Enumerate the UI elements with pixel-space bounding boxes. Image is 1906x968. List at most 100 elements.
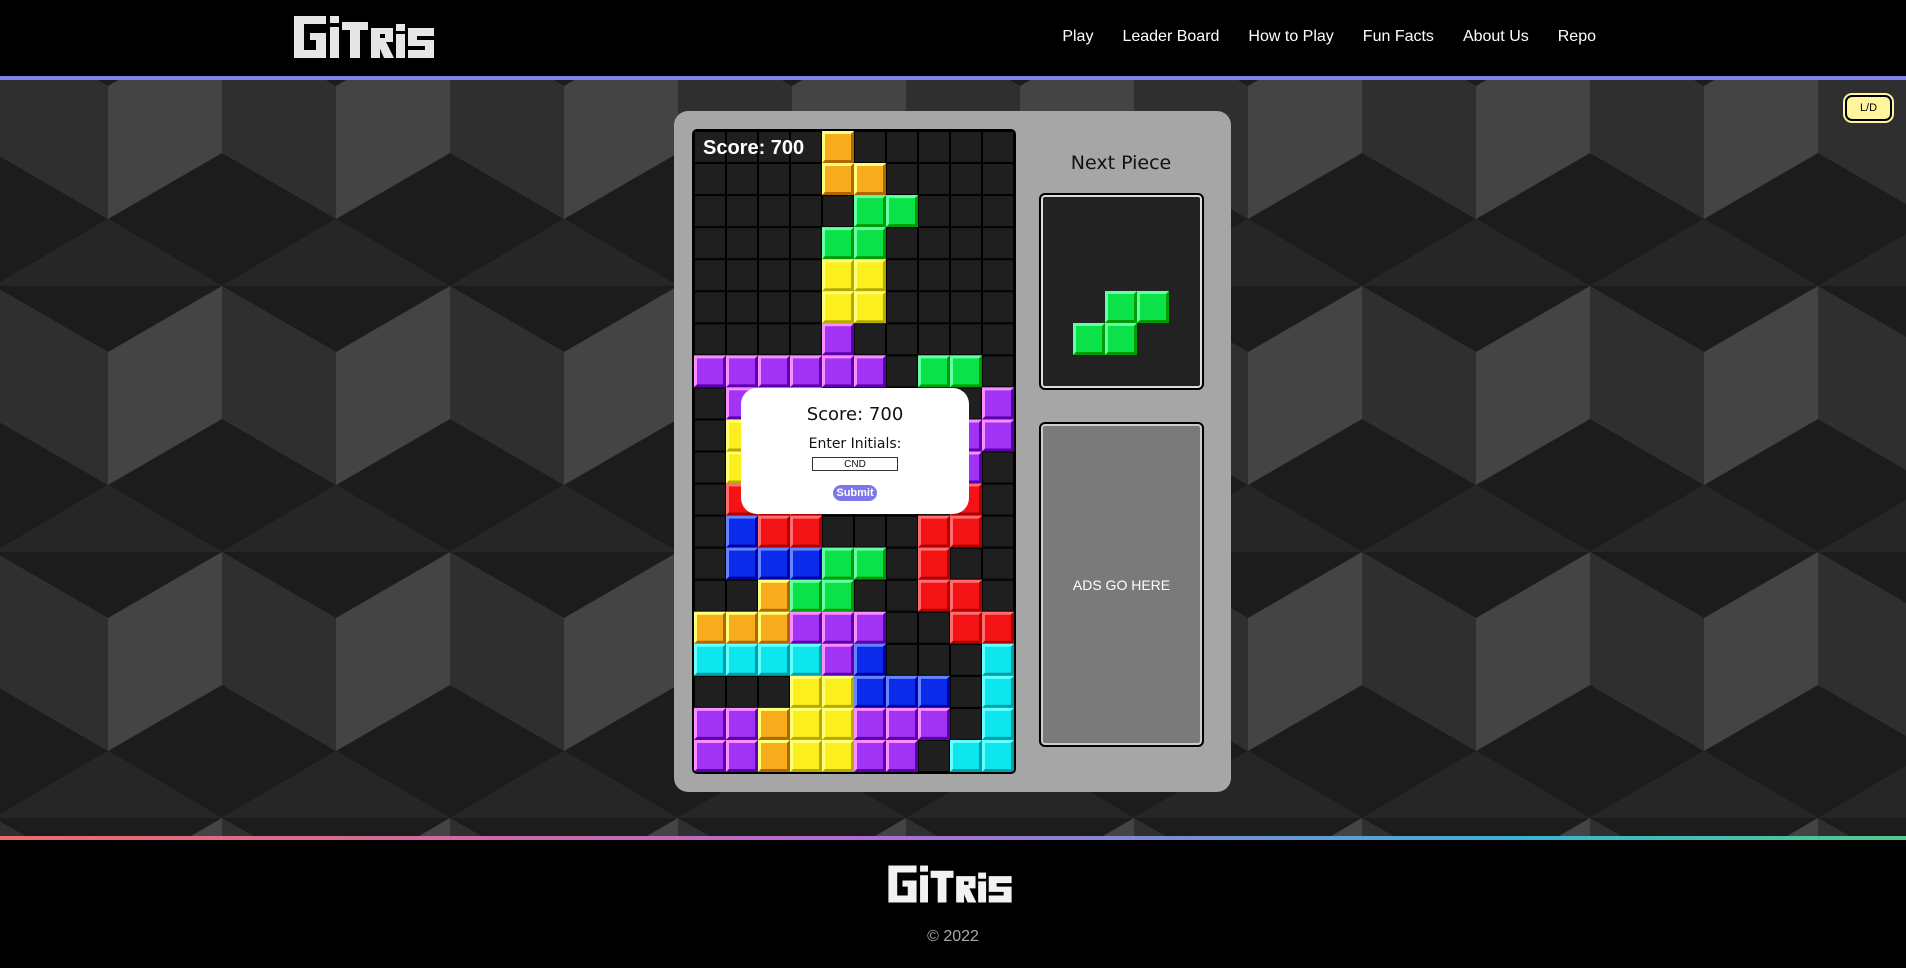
block-cell — [918, 515, 950, 548]
empty-cell — [758, 291, 790, 324]
empty-cell — [982, 227, 1014, 260]
block-cell — [694, 643, 726, 676]
block-cell — [854, 163, 886, 196]
empty-cell — [886, 291, 918, 324]
block-cell — [982, 387, 1014, 420]
block-cell — [694, 707, 726, 740]
block-cell — [822, 259, 854, 292]
block-cell — [790, 355, 822, 388]
block-cell — [950, 515, 982, 548]
empty-cell — [726, 291, 758, 324]
empty-cell — [694, 419, 726, 452]
empty-cell — [694, 451, 726, 484]
initials-label: Enter Initials: — [808, 436, 902, 452]
empty-cell — [950, 547, 982, 580]
empty-cell — [950, 323, 982, 356]
initials-input[interactable] — [812, 457, 898, 471]
block-cell — [790, 547, 822, 580]
empty-cell — [726, 259, 758, 292]
block-cell — [982, 675, 1014, 708]
empty-cell — [694, 387, 726, 420]
empty-cell — [758, 675, 790, 708]
block-cell — [758, 579, 790, 612]
empty-cell — [758, 227, 790, 260]
block-cell — [758, 547, 790, 580]
site-logo[interactable] — [292, 12, 436, 62]
next-piece-block — [1073, 323, 1105, 355]
block-cell — [854, 675, 886, 708]
block-cell — [726, 707, 758, 740]
empty-cell — [694, 227, 726, 260]
block-cell — [694, 355, 726, 388]
ad-text: ADS GO HERE — [1072, 576, 1171, 593]
main-nav: Play Leader Board How to Play Fun Facts … — [1033, 28, 1596, 46]
block-cell — [694, 611, 726, 644]
block-cell — [726, 547, 758, 580]
block-cell — [886, 739, 918, 772]
empty-cell — [790, 227, 822, 260]
empty-cell — [950, 675, 982, 708]
empty-cell — [822, 195, 854, 228]
block-cell — [822, 675, 854, 708]
nav-about-us[interactable]: About Us — [1463, 28, 1529, 46]
block-cell — [822, 579, 854, 612]
next-piece-box — [1039, 193, 1204, 390]
block-cell — [822, 355, 854, 388]
block-cell — [726, 739, 758, 772]
block-cell — [790, 675, 822, 708]
empty-cell — [918, 643, 950, 676]
block-cell — [854, 259, 886, 292]
empty-cell — [886, 611, 918, 644]
empty-cell — [694, 323, 726, 356]
block-cell — [918, 675, 950, 708]
block-cell — [854, 195, 886, 228]
empty-cell — [694, 163, 726, 196]
block-cell — [822, 227, 854, 260]
empty-cell — [854, 515, 886, 548]
nav-leader-board[interactable]: Leader Board — [1122, 28, 1219, 46]
empty-cell — [726, 163, 758, 196]
block-cell — [950, 611, 982, 644]
theme-toggle-button[interactable]: L/D — [1845, 95, 1892, 121]
empty-cell — [918, 227, 950, 260]
block-cell — [822, 611, 854, 644]
block-cell — [790, 707, 822, 740]
nav-repo[interactable]: Repo — [1558, 28, 1596, 46]
empty-cell — [918, 259, 950, 292]
empty-cell — [854, 131, 886, 164]
block-cell — [758, 739, 790, 772]
empty-cell — [694, 515, 726, 548]
empty-cell — [694, 195, 726, 228]
block-cell — [822, 131, 854, 163]
empty-cell — [886, 643, 918, 676]
block-cell — [726, 355, 758, 388]
block-cell — [854, 739, 886, 772]
empty-cell — [694, 259, 726, 292]
empty-cell — [982, 163, 1014, 196]
empty-cell — [694, 483, 726, 516]
empty-cell — [758, 323, 790, 356]
empty-cell — [790, 259, 822, 292]
block-cell — [822, 707, 854, 740]
empty-cell — [694, 579, 726, 612]
nav-play[interactable]: Play — [1062, 28, 1093, 46]
empty-cell — [982, 291, 1014, 324]
score-display: Score: 700 — [703, 137, 805, 159]
block-cell — [822, 547, 854, 580]
block-cell — [950, 579, 982, 612]
empty-cell — [886, 579, 918, 612]
empty-cell — [758, 195, 790, 228]
empty-cell — [854, 579, 886, 612]
next-piece-preview — [1073, 291, 1169, 355]
block-cell — [950, 355, 982, 388]
empty-cell — [886, 227, 918, 260]
block-cell — [854, 291, 886, 324]
empty-cell — [790, 291, 822, 324]
nav-fun-facts[interactable]: Fun Facts — [1363, 28, 1434, 46]
submit-button[interactable]: Submit — [833, 485, 877, 501]
empty-cell — [886, 355, 918, 388]
block-cell — [790, 611, 822, 644]
empty-cell — [790, 195, 822, 228]
block-cell — [854, 547, 886, 580]
nav-how-to-play[interactable]: How to Play — [1248, 28, 1333, 46]
